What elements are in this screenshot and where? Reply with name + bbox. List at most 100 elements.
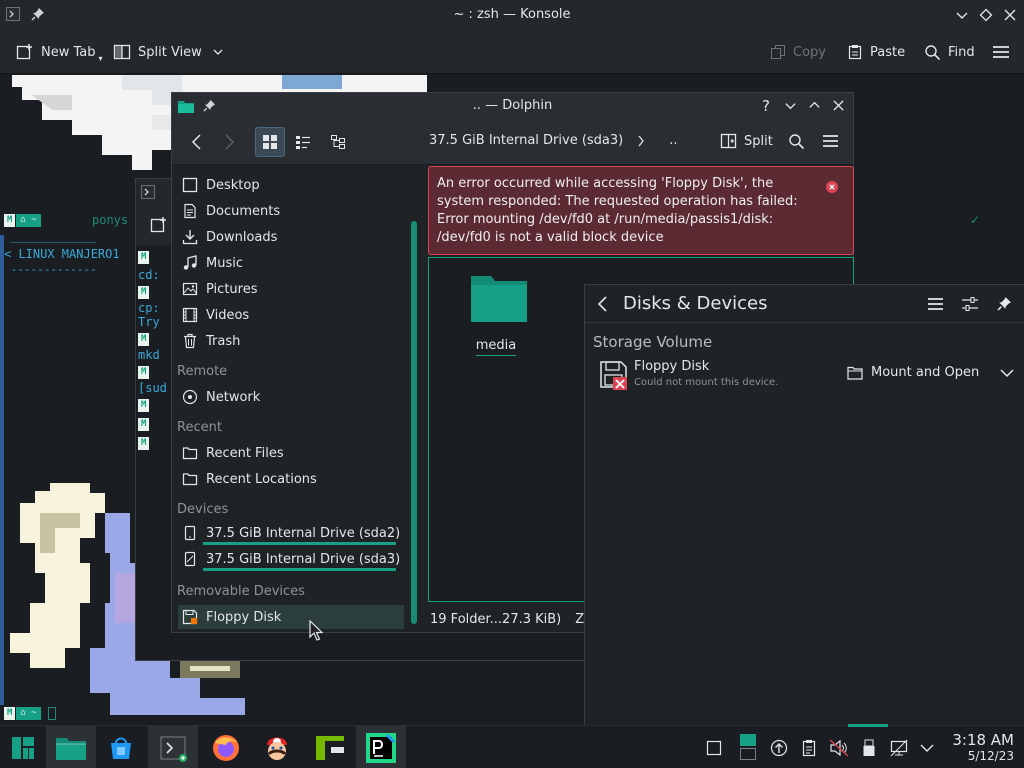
icons-view-button[interactable] xyxy=(255,127,285,157)
back-icon xyxy=(191,134,201,150)
sda2-capacity-fill xyxy=(203,542,397,545)
close-icon[interactable] xyxy=(1003,8,1017,22)
forward-button[interactable] xyxy=(214,127,244,157)
task-firefox[interactable] xyxy=(201,726,251,768)
details-view-button[interactable] xyxy=(323,127,353,157)
volume-muted-icon xyxy=(829,739,849,757)
back-icon[interactable] xyxy=(597,295,609,313)
new-tab-icon[interactable] xyxy=(150,216,168,234)
tray-konsole[interactable] xyxy=(738,732,758,762)
k2-prompt-4: M xyxy=(138,366,167,379)
maximize-icon[interactable] xyxy=(979,8,993,22)
places-downloads[interactable]: Downloads xyxy=(178,225,404,249)
videos-icon xyxy=(182,307,198,323)
split-view-icon xyxy=(113,43,131,61)
task-discover[interactable] xyxy=(96,726,146,768)
tray-usb[interactable] xyxy=(859,738,879,758)
disks-devices-popup: Disks & Devices Storage Volume Floppy Di… xyxy=(584,284,1024,725)
taskbar-accent-line xyxy=(848,724,888,727)
device-row-floppy[interactable]: Floppy Disk Could not mount this device.… xyxy=(585,357,1024,393)
split-button[interactable]: Split xyxy=(720,133,773,149)
places-documents[interactable]: Documents xyxy=(178,199,404,223)
configure-icon[interactable] xyxy=(961,296,979,312)
places-network[interactable]: Network xyxy=(178,385,404,409)
pin-icon[interactable] xyxy=(997,296,1012,311)
help-icon[interactable]: ? xyxy=(762,97,770,115)
app-launcher-button[interactable] xyxy=(0,726,46,768)
places-label: Recent Files xyxy=(206,445,284,461)
minimize-icon[interactable] xyxy=(784,99,797,112)
tray-updates[interactable] xyxy=(769,738,789,758)
mount-and-open-button[interactable]: Mount and Open xyxy=(847,365,1015,380)
task-mario[interactable] xyxy=(252,726,302,768)
chevron-down-icon xyxy=(212,46,224,58)
task-pycharm[interactable] xyxy=(356,726,406,768)
tray-expand[interactable] xyxy=(917,738,937,758)
music-icon xyxy=(183,255,197,270)
places-panel: Desktop Documents Downloads Music Pictur… xyxy=(172,166,412,632)
tray-volume[interactable] xyxy=(829,738,849,758)
clock-time: 3:18 AM xyxy=(952,731,1014,749)
places-recent-files[interactable]: Recent Files xyxy=(178,441,404,465)
k2-prompt-6: M xyxy=(138,418,167,431)
dolphin-folder-icon xyxy=(56,737,86,760)
error-message-text: An error occurred while accessing 'Flopp… xyxy=(437,176,798,245)
clipboard-icon xyxy=(802,740,816,757)
split-view-button[interactable]: Split View xyxy=(113,30,224,74)
new-tab-dropdown-icon: ▾ xyxy=(98,53,103,63)
places-pictures[interactable]: Pictures xyxy=(178,277,404,301)
desktop-icon xyxy=(182,177,198,193)
compact-view-button[interactable] xyxy=(288,127,318,157)
split-view-label: Split View xyxy=(138,44,202,60)
forward-icon xyxy=(225,134,235,150)
places-label: 37.5 GiB Internal Drive (sda2) xyxy=(206,525,401,541)
terminal-user: ponys xyxy=(92,213,129,227)
konsole-toolbar: New Tab ▾ Split View Copy Paste Find xyxy=(0,30,1024,74)
task-green-app[interactable] xyxy=(305,726,355,768)
task-konsole[interactable] xyxy=(148,726,198,768)
sda3-capacity-fill xyxy=(203,568,397,571)
tray-show-desktop[interactable] xyxy=(704,738,724,758)
digital-clock[interactable]: 3:18 AM 5/12/23 xyxy=(946,731,1014,764)
places-scrollbar[interactable] xyxy=(411,221,417,624)
k2-line-cp: cp: xyxy=(138,301,160,315)
find-label: Find xyxy=(948,44,975,60)
grid-icon xyxy=(263,135,277,149)
tray-network[interactable] xyxy=(889,738,909,758)
maximize-icon[interactable] xyxy=(808,99,821,112)
back-button[interactable] xyxy=(182,127,212,157)
disks-popup-header: Disks & Devices xyxy=(585,285,1024,323)
hamburger-menu-icon[interactable] xyxy=(822,134,839,148)
storage-volume-heading: Storage Volume xyxy=(593,333,713,351)
places-floppy-disk[interactable]: Floppy Disk xyxy=(178,605,404,629)
tray-clipboard[interactable] xyxy=(799,738,819,758)
close-icon[interactable] xyxy=(832,99,845,112)
minimize-icon[interactable] xyxy=(955,8,969,22)
places-recent-locations[interactable]: Recent Locations xyxy=(178,467,404,491)
places-trash[interactable]: Trash xyxy=(178,329,404,353)
places-music[interactable]: Music xyxy=(178,251,404,275)
search-icon[interactable] xyxy=(788,133,805,150)
breadcrumb-up[interactable]: .. xyxy=(669,133,677,148)
copy-button[interactable]: Copy xyxy=(770,30,826,74)
device-name: Floppy Disk xyxy=(634,359,710,374)
terminal-prompt-bottom: M ⌂ ~ xyxy=(4,707,56,720)
places-label: Downloads xyxy=(206,229,278,245)
find-button[interactable]: Find xyxy=(924,30,975,74)
places-desktop[interactable]: Desktop xyxy=(178,173,404,197)
new-tab-icon xyxy=(16,43,34,61)
hamburger-menu-button[interactable] xyxy=(992,30,1010,74)
hamburger-menu-icon[interactable] xyxy=(927,297,944,311)
paste-button[interactable]: Paste xyxy=(847,30,905,74)
folder-item-media[interactable]: media xyxy=(461,272,531,356)
breadcrumb-drive[interactable]: 37.5 GiB Internal Drive (sda3) xyxy=(429,133,623,148)
places-label: 37.5 GiB Internal Drive (sda3) xyxy=(206,551,401,567)
discover-store-icon xyxy=(111,737,131,759)
k2-prompt-5: M xyxy=(138,399,167,412)
task-dolphin[interactable] xyxy=(46,726,96,768)
error-close-icon[interactable] xyxy=(826,181,838,193)
status-summary: 19 Folder...27.3 KiB) xyxy=(430,611,562,627)
new-tab-button[interactable]: New Tab ▾ xyxy=(16,30,103,74)
places-videos[interactable]: Videos xyxy=(178,303,404,327)
tree-view-icon xyxy=(331,135,345,149)
